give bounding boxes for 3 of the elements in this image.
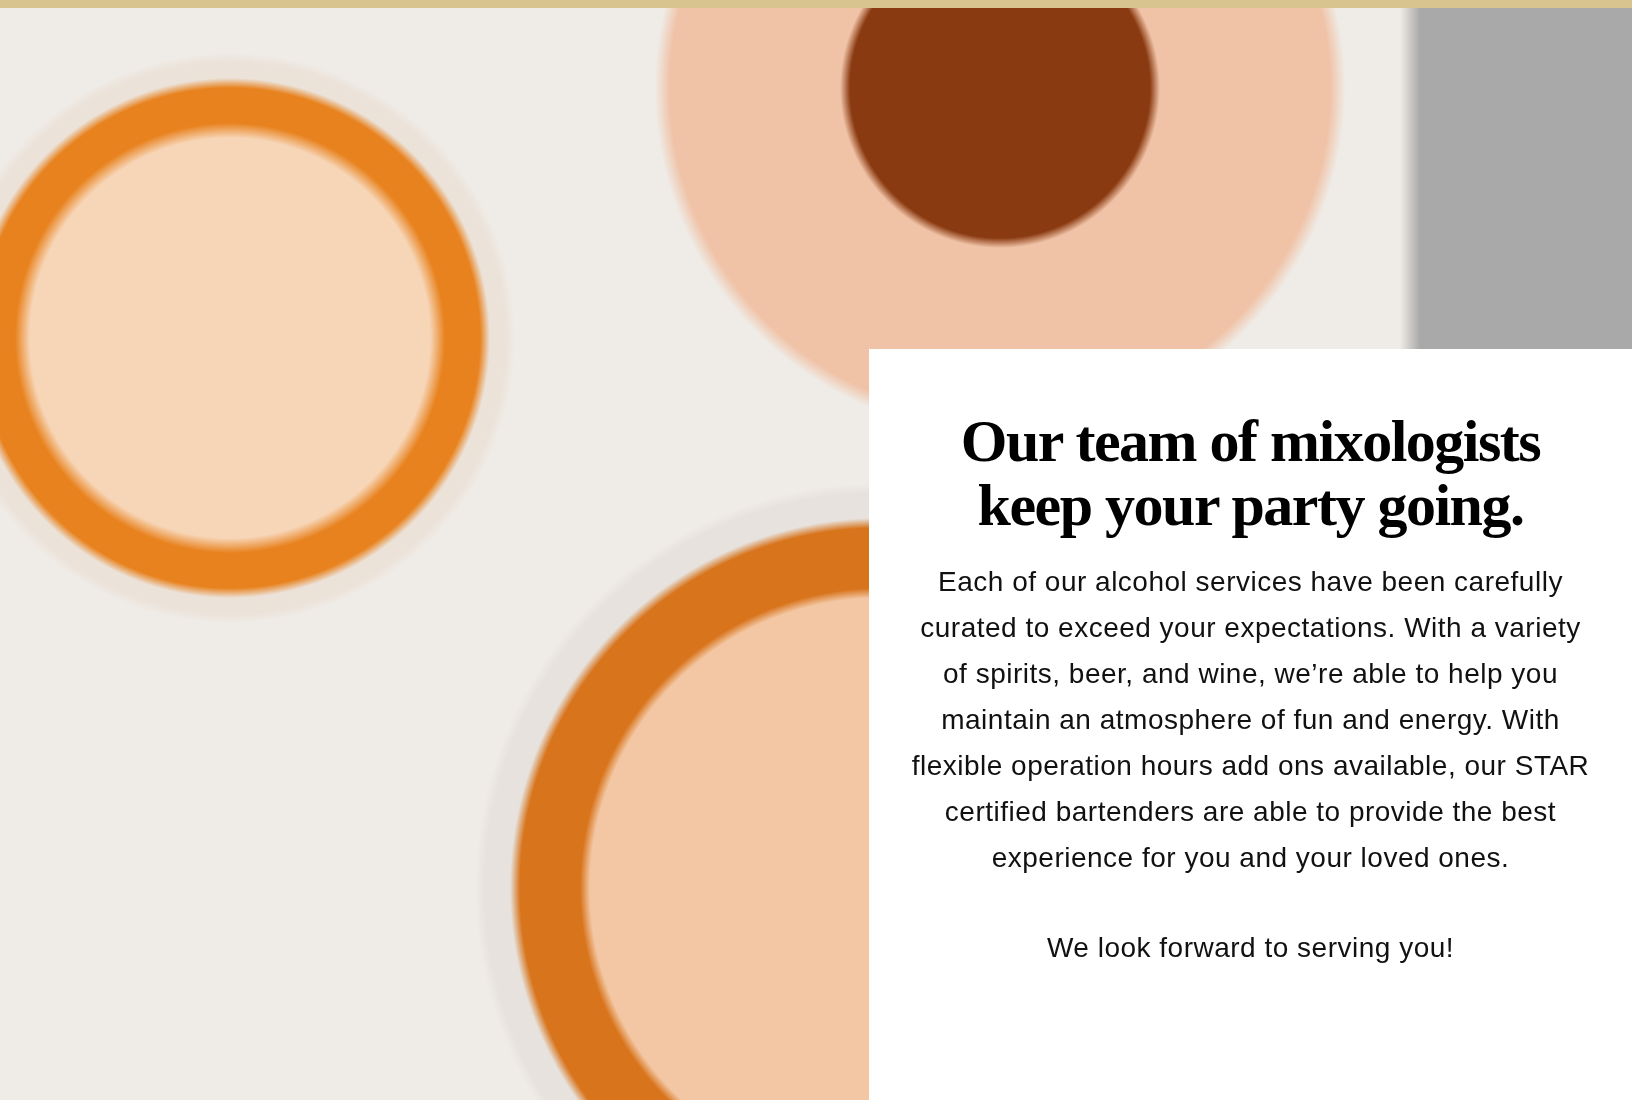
heading: Our team of mixologists keep your party going.	[959, 409, 1542, 537]
paragraph: We look forward to serving you!	[1046, 931, 1455, 965]
paragraph: Each of our alcohol services have been carefully curated to exceed your expectations. With a variety of spirits, beer, and wine, we’re able to help you maintain an atmosphere of fun and energy. With flexible operation hours add ons available, our STAR certified bartenders are able to provide the best experience for you and your loved ones.	[910, 565, 1591, 875]
